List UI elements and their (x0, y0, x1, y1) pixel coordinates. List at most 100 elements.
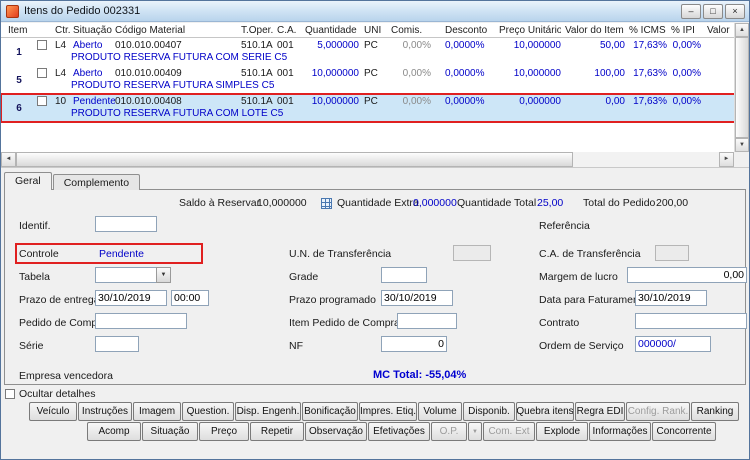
prazo-programado-input[interactable] (381, 290, 453, 306)
row-checkbox[interactable] (37, 96, 47, 106)
tab-geral[interactable]: Geral (4, 172, 52, 190)
efetivacoes-button[interactable]: Efetivações (368, 422, 430, 441)
cell-toper: 510.1A (241, 68, 273, 79)
disp-engenh-button[interactable]: Disp. Engenh. (235, 402, 301, 421)
vertical-scrollbar[interactable]: ▲ ▼ (734, 23, 749, 152)
row-checkbox-cell (37, 68, 53, 80)
veiculo-button[interactable]: Veículo (29, 402, 77, 421)
quebra-itens-button[interactable]: Quebra itens (516, 402, 574, 421)
impres-etiq-button[interactable]: Impres. Etiq. (359, 402, 417, 421)
cell-valor-item: 50,00 (599, 40, 625, 51)
row-item-number: 6 (16, 102, 22, 114)
op-dropdown-icon: ▼ (468, 422, 482, 441)
close-button[interactable]: × (725, 4, 745, 19)
ocultar-detalhes-checkbox[interactable] (5, 389, 15, 399)
cell-desconto: 0,0000% (445, 96, 485, 107)
table-row-selected[interactable]: 6 10 Pendente 010.010.00408 510.1A 001 1… (1, 93, 749, 123)
concorrente-button[interactable]: Concorrente (652, 422, 716, 441)
data-faturamento-input[interactable] (635, 290, 707, 306)
horizontal-scroll-track[interactable] (573, 152, 719, 167)
geral-panel: Saldo à Reservar 10,000000 Quantidade Ex… (4, 189, 747, 385)
row-item-number: 1 (16, 46, 22, 58)
scrollbar-corner (734, 152, 749, 167)
observacao-button[interactable]: Observação (305, 422, 367, 441)
grade-input[interactable] (381, 267, 427, 283)
minimize-button[interactable]: – (681, 4, 701, 19)
col-item[interactable]: Item (1, 23, 37, 37)
col-situacao[interactable]: Situação (73, 23, 115, 37)
tabela-combo-input[interactable] (95, 267, 157, 283)
col-valor-item[interactable]: Valor do Item (561, 23, 625, 37)
scroll-right-icon[interactable]: ► (719, 152, 734, 167)
informacoes-button[interactable]: Informações (589, 422, 651, 441)
table-row[interactable]: 5 L4 Aberto 010.010.00409 510.1A 001 10,… (1, 66, 749, 94)
prazo-programado-label: Prazo programado (289, 294, 376, 306)
pedido-compra-input[interactable] (95, 313, 187, 329)
repetir-button[interactable]: Repetir (250, 422, 304, 441)
tabela-dropdown-icon[interactable]: ▼ (156, 267, 171, 283)
ordem-servico-input[interactable] (635, 336, 711, 352)
row-description-line: PRODUTO RESERVA FUTURA COM SERIE C5 (1, 52, 749, 65)
nf-label: NF (289, 340, 303, 352)
margem-lucro-input[interactable] (627, 267, 747, 283)
col-ipi[interactable]: % IPI (667, 23, 701, 37)
identif-input[interactable] (95, 216, 157, 232)
table-row[interactable]: 1 L4 Aberto 010.010.00407 510.1A 001 5,0… (1, 38, 749, 66)
row-checkbox[interactable] (37, 68, 47, 78)
imagem-button[interactable]: Imagem (133, 402, 181, 421)
margem-lucro-label: Margem de lucro (539, 271, 618, 283)
regra-edi-button[interactable]: Regra EDI (575, 402, 625, 421)
row-values: L4 Aberto 010.010.00407 510.1A 001 5,000… (1, 38, 749, 52)
col-quantidade[interactable]: Quantidade (303, 23, 359, 37)
col-icms[interactable]: % ICMS (625, 23, 667, 37)
item-pedido-compra-label: Item Pedido de Compra (289, 317, 400, 329)
maximize-button[interactable]: □ (703, 4, 723, 19)
col-ca[interactable]: C.A. (277, 23, 303, 37)
window-controls: – □ × (681, 4, 745, 19)
prazo-entrega-date-input[interactable] (95, 290, 167, 306)
situacao-button[interactable]: Situação (142, 422, 198, 441)
acomp-button[interactable]: Acomp (87, 422, 141, 441)
contrato-input[interactable] (635, 313, 747, 329)
cell-ctr: 10 (55, 96, 67, 107)
tab-complemento[interactable]: Complemento (52, 174, 141, 190)
disponib-button[interactable]: Disponib. (463, 402, 515, 421)
config-rank-button: Config. Rank. (626, 402, 690, 421)
row-item-number: 5 (16, 74, 22, 86)
cell-preco-unitario: 10,000000 (513, 68, 561, 79)
scroll-left-icon[interactable]: ◄ (1, 152, 16, 167)
tabela-label: Tabela (19, 271, 50, 283)
horizontal-scroll-thumb[interactable] (16, 152, 574, 167)
col-ctr[interactable]: Ctr. (53, 23, 73, 37)
question-button[interactable]: Question. (182, 402, 234, 421)
col-valor-ipi[interactable]: Valor IPI (701, 23, 733, 37)
prazo-entrega-time-input[interactable] (171, 290, 209, 306)
col-codigo-material[interactable]: Código Material (115, 23, 241, 37)
serie-input[interactable] (95, 336, 139, 352)
vertical-scroll-thumb[interactable] (735, 37, 749, 138)
window-title: Itens do Pedido 002331 (24, 5, 141, 17)
quantidade-total-label: Quantidade Total (457, 197, 537, 209)
scroll-down-icon[interactable]: ▼ (735, 138, 749, 152)
instrucoes-button[interactable]: Instruções (78, 402, 132, 421)
explode-button[interactable]: Explode (536, 422, 588, 441)
cell-ca: 001 (277, 96, 294, 107)
bonificacao-button[interactable]: Bonificação (302, 402, 358, 421)
col-preco-unitario[interactable]: Preço Unitário (493, 23, 561, 37)
nf-input[interactable] (381, 336, 447, 352)
quantidade-extra-icon[interactable] (321, 198, 332, 209)
preco-button[interactable]: Preço (199, 422, 249, 441)
row-checkbox[interactable] (37, 40, 47, 50)
volume-button[interactable]: Volume (418, 402, 462, 421)
order-items-window: Itens do Pedido 002331 – □ × Item Ctr. S… (0, 0, 750, 460)
ca-transferencia-label: C.A. de Transferência (539, 248, 641, 260)
ranking-button[interactable]: Ranking (691, 402, 739, 421)
col-uni[interactable]: UNI (359, 23, 387, 37)
col-desconto[interactable]: Desconto (431, 23, 493, 37)
horizontal-scrollbar[interactable]: ◄ ► (1, 152, 734, 167)
item-pedido-compra-input[interactable] (397, 313, 457, 329)
col-comis[interactable]: Comis. (387, 23, 431, 37)
serie-label: Série (19, 340, 44, 352)
col-toper[interactable]: T.Oper. (241, 23, 277, 37)
scroll-up-icon[interactable]: ▲ (735, 23, 749, 37)
